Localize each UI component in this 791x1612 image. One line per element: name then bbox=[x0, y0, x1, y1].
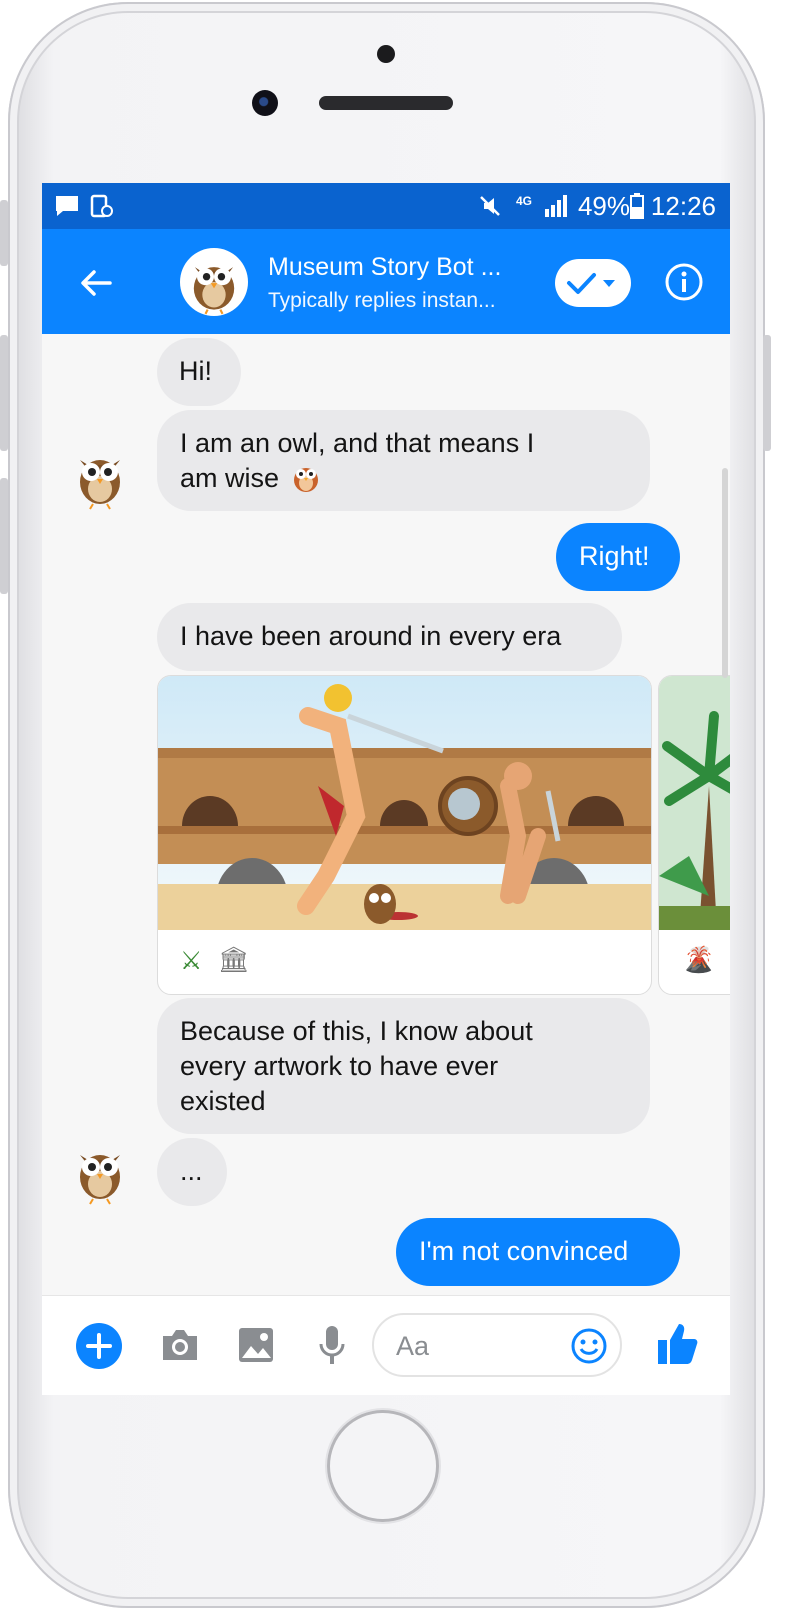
jungle-illustration bbox=[659, 676, 730, 930]
composer-bar: Aa bbox=[42, 1295, 730, 1395]
home-button[interactable] bbox=[327, 1410, 439, 1522]
museum-emoji: 🏛 bbox=[218, 946, 250, 974]
proximity-sensor bbox=[377, 45, 395, 63]
message-bubble[interactable]: Hi! bbox=[157, 338, 241, 406]
info-icon[interactable] bbox=[664, 262, 704, 302]
bot-avatar[interactable] bbox=[68, 446, 132, 510]
scrollbar[interactable] bbox=[722, 468, 728, 678]
network-label: 4G bbox=[516, 194, 533, 208]
crossed-swords-emoji: ⚔ bbox=[180, 947, 203, 975]
check-dropdown-icon bbox=[567, 273, 615, 294]
message-text: every artwork to have ever bbox=[180, 1051, 499, 1081]
message-input-placeholder: Aa bbox=[396, 1331, 430, 1361]
screen: 4G 49% 12:26 Museum Story Bot ... Typica… bbox=[42, 183, 730, 1395]
side-button bbox=[763, 335, 771, 451]
check-dropdown-button[interactable] bbox=[555, 259, 631, 307]
message-text: I'm not convinced bbox=[419, 1236, 629, 1266]
side-button bbox=[0, 200, 8, 266]
screen-record-icon bbox=[90, 194, 113, 218]
plus-icon[interactable] bbox=[76, 1323, 122, 1369]
front-camera bbox=[252, 90, 278, 116]
message-text: I am an owl, and that means I bbox=[180, 428, 535, 458]
owl-icon bbox=[193, 267, 235, 315]
bot-avatar[interactable] bbox=[68, 1141, 132, 1205]
message-bubble[interactable]: ... bbox=[157, 1138, 227, 1206]
message-text: Because of this, I know about bbox=[180, 1016, 533, 1046]
message-bubble[interactable]: Because of this, I know about every artw… bbox=[157, 998, 650, 1134]
bot-name[interactable]: Museum Story Bot ... bbox=[268, 253, 501, 282]
message-bubble[interactable]: I have been around in every era bbox=[157, 603, 622, 671]
message-text: existed bbox=[180, 1086, 266, 1116]
gladiator-illustration bbox=[158, 676, 651, 930]
bot-avatar[interactable] bbox=[180, 248, 248, 316]
side-button bbox=[0, 478, 8, 594]
mute-icon bbox=[480, 196, 500, 216]
emoji-icon[interactable] bbox=[570, 1327, 608, 1365]
signal-icon bbox=[545, 195, 567, 217]
bot-response-status: Typically replies instan... bbox=[268, 289, 496, 312]
image-icon[interactable] bbox=[237, 1326, 275, 1364]
message-input[interactable]: Aa bbox=[372, 1313, 622, 1377]
message-bubble[interactable]: I'm not convinced bbox=[396, 1218, 680, 1286]
message-text: Right! bbox=[579, 541, 650, 571]
carousel-card[interactable]: ⚔ 🏛 bbox=[157, 675, 652, 995]
battery-percent: 49% bbox=[577, 191, 630, 221]
message-text: ... bbox=[180, 1156, 203, 1186]
message-text: I have been around in every era bbox=[180, 621, 562, 651]
battery-icon bbox=[630, 193, 644, 219]
side-button bbox=[0, 335, 8, 451]
chat-notification-icon bbox=[56, 196, 78, 216]
message-text: Hi! bbox=[179, 356, 212, 386]
message-bubble[interactable]: I am an owl, and that means I am wise bbox=[157, 410, 650, 511]
camera-icon[interactable] bbox=[159, 1326, 201, 1364]
conversation-header: Museum Story Bot ... Typically replies i… bbox=[42, 229, 730, 334]
clock: 12:26 bbox=[650, 191, 716, 221]
volcano-emoji: 🌋 bbox=[683, 946, 715, 974]
back-arrow-icon[interactable] bbox=[76, 263, 116, 303]
message-text: am wise bbox=[180, 463, 280, 493]
owl-emoji-icon bbox=[293, 468, 318, 492]
status-bar: 4G 49% 12:26 bbox=[42, 183, 730, 229]
thumbs-up-icon[interactable] bbox=[656, 1322, 698, 1366]
carousel-card[interactable]: 🌋 bbox=[658, 675, 730, 995]
owl-icon bbox=[80, 1155, 120, 1205]
mic-icon[interactable] bbox=[316, 1324, 348, 1366]
message-bubble[interactable]: Right! bbox=[556, 523, 680, 591]
earpiece-speaker bbox=[319, 96, 453, 110]
owl-icon bbox=[80, 460, 120, 510]
